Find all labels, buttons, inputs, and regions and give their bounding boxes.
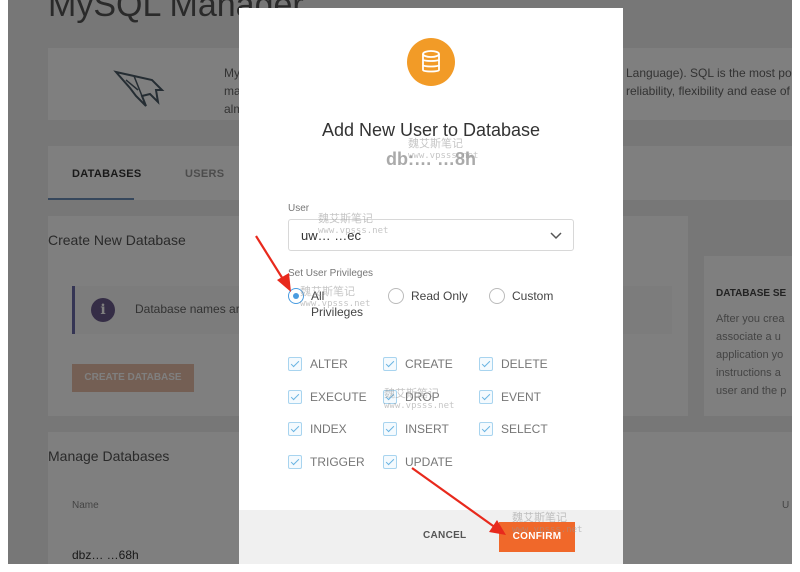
chevron-down-icon — [550, 232, 562, 240]
permission-event[interactable]: EVENT — [479, 390, 541, 404]
radio-circle — [388, 288, 404, 304]
radio-circle-selected — [288, 288, 304, 304]
checkbox-checked[interactable] — [479, 390, 493, 404]
checkbox-checked[interactable] — [479, 357, 493, 371]
checkbox-checked[interactable] — [383, 390, 397, 404]
dialog-title: Add New User to Database — [321, 120, 541, 140]
checkbox-checked[interactable] — [288, 455, 302, 469]
user-select-value: uw… …ec — [301, 228, 361, 243]
permission-label: TRIGGER — [310, 455, 365, 469]
checkbox-checked[interactable] — [288, 422, 302, 436]
permission-label: INDEX — [310, 422, 347, 436]
radio-label-all: All Privileges — [311, 289, 364, 319]
permission-select[interactable]: SELECT — [479, 422, 548, 436]
checkbox-checked[interactable] — [383, 455, 397, 469]
permission-insert[interactable]: INSERT — [383, 422, 449, 436]
checkbox-checked[interactable] — [383, 357, 397, 371]
permission-update[interactable]: UPDATE — [383, 455, 453, 469]
radio-circle — [489, 288, 505, 304]
permission-label: UPDATE — [405, 455, 453, 469]
permission-label: CREATE — [405, 357, 453, 371]
database-icon — [407, 38, 455, 86]
permission-label: EVENT — [501, 390, 542, 404]
database-name: db:… …8h — [386, 149, 476, 169]
cancel-button[interactable]: CANCEL — [423, 530, 466, 541]
checkbox-checked[interactable] — [288, 390, 302, 404]
checkbox-checked[interactable] — [383, 422, 397, 436]
radio-label-custom: Custom — [512, 289, 554, 303]
permission-label: EXECUTE — [310, 390, 367, 404]
permission-execute[interactable]: EXECUTE — [288, 390, 367, 404]
permission-label: INSERT — [405, 422, 449, 436]
privileges-label: Set User Privileges — [288, 268, 374, 279]
permission-index[interactable]: INDEX — [288, 422, 347, 436]
permission-alter[interactable]: ALTER — [288, 357, 348, 371]
user-select[interactable]: uw… …ec — [288, 219, 574, 251]
permission-label: SELECT — [501, 422, 548, 436]
radio-read-only[interactable]: Read Only — [388, 288, 468, 304]
permission-create[interactable]: CREATE — [383, 357, 453, 371]
radio-custom[interactable]: Custom — [489, 288, 553, 304]
permission-drop[interactable]: DROP — [383, 390, 440, 404]
user-label: User — [288, 203, 310, 214]
confirm-button[interactable]: CONFIRM — [499, 522, 575, 552]
permission-label: ALTER — [310, 357, 348, 371]
permission-trigger[interactable]: TRIGGER — [288, 455, 365, 469]
permission-label: DROP — [405, 390, 440, 404]
radio-all-privileges[interactable]: All Privileges — [288, 288, 363, 320]
radio-label-read-only: Read Only — [411, 289, 468, 303]
dialog-footer: CANCEL CONFIRM — [239, 510, 623, 564]
permission-delete[interactable]: DELETE — [479, 357, 548, 371]
checkbox-checked[interactable] — [479, 422, 493, 436]
permission-label: DELETE — [501, 357, 548, 371]
add-user-dialog: Add New User to Database db:… …8h User u… — [239, 8, 623, 564]
checkbox-checked[interactable] — [288, 357, 302, 371]
